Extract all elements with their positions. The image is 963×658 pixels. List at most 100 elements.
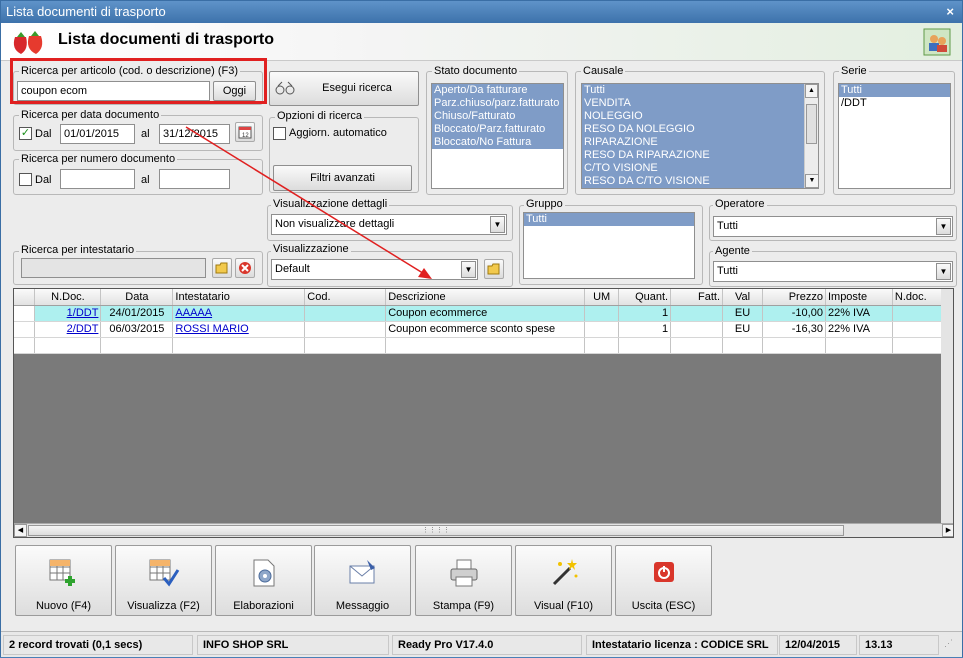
ndoc-link[interactable]: 2/DDT (67, 323, 99, 335)
number-checkbox[interactable] (19, 173, 32, 186)
visual-button[interactable]: Visual (F10) (515, 545, 612, 616)
cell-fatt (670, 305, 724, 322)
col-header[interactable]: Fatt. (670, 289, 724, 306)
status-license: Intestatario licenza : CODICE SRL (586, 635, 778, 655)
folder-icon[interactable] (212, 258, 232, 278)
group-list[interactable]: Tutti (523, 212, 695, 279)
status-item[interactable]: Parz.chiuso/parz.fatturato (432, 97, 563, 110)
status-item[interactable]: Chiuso/Fatturato (432, 110, 563, 123)
ndoc-link[interactable]: 1/DDT (67, 307, 99, 319)
close-icon[interactable]: × (946, 1, 954, 23)
chevron-down-icon[interactable]: ▼ (936, 218, 951, 235)
col-header[interactable]: Imposte (825, 289, 893, 306)
auto-update-checkbox[interactable] (273, 127, 286, 140)
col-header[interactable]: Prezzo (762, 289, 826, 306)
scroll-thumb[interactable] (806, 104, 817, 144)
causale-item[interactable]: RESO DA RIPARAZIONE (582, 149, 804, 162)
group-item[interactable]: Tutti (524, 213, 694, 226)
hscroll-thumb[interactable]: ⋮⋮⋮⋮ (28, 525, 844, 536)
table-row[interactable]: 1/DDT 24/01/2015 AAAAA Coupon ecommerce … (14, 305, 944, 322)
folder-icon[interactable] (484, 259, 504, 279)
row-selector[interactable] (14, 305, 36, 322)
col-header[interactable]: Val (722, 289, 764, 306)
operator-select[interactable]: Tutti ▼ (713, 216, 953, 237)
cell-ndoc[interactable]: 1/DDT (34, 305, 102, 322)
causale-item[interactable]: NOLEGGIO (582, 110, 804, 123)
group-label: Gruppo (524, 198, 565, 210)
chevron-down-icon[interactable]: ▼ (490, 216, 505, 233)
cell-intestatario[interactable]: AAAAA (172, 305, 306, 322)
clear-icon[interactable] (235, 258, 255, 278)
calendar-icon[interactable]: 12 (235, 122, 255, 142)
cell-ndoc2 (892, 321, 944, 338)
agent-select[interactable]: Tutti ▼ (713, 261, 953, 282)
chevron-down-icon[interactable]: ▼ (461, 261, 476, 278)
run-search-button[interactable]: Esegui ricerca (269, 71, 419, 106)
operator-value: Tutti (717, 220, 738, 232)
message-button[interactable]: Messaggio (314, 545, 411, 616)
cell-ndoc[interactable]: 2/DDT (34, 321, 102, 338)
table-row[interactable]: 2/DDT 06/03/2015 ROSSI MARIO Coupon ecom… (14, 321, 944, 338)
grid-vscrollbar[interactable] (941, 289, 953, 525)
causale-item[interactable]: RIPARAZIONE (582, 136, 804, 149)
details-select[interactable]: Non visualizzare dettagli ▼ (271, 214, 507, 235)
col-header[interactable]: Cod. (304, 289, 387, 306)
date-checkbox[interactable]: ✓ (19, 127, 32, 140)
processing-button[interactable]: Elaborazioni (215, 545, 312, 616)
holder-input[interactable] (21, 258, 206, 278)
col-header[interactable]: Data (100, 289, 174, 306)
grid-hscrollbar[interactable]: ◀ ⋮⋮⋮⋮ ▶ (14, 523, 953, 537)
serie-item[interactable]: Tutti (839, 84, 950, 97)
scroll-right-icon[interactable]: ▶ (942, 524, 953, 537)
row-selector[interactable] (14, 321, 36, 338)
causale-scrollbar[interactable]: ▲ ▼ (804, 84, 818, 188)
causale-item[interactable]: Tutti (582, 84, 804, 97)
col-header[interactable] (14, 289, 36, 306)
advanced-filters-button[interactable]: Filtri avanzati (273, 165, 412, 191)
causale-item[interactable]: RESO DA C/TO VISIONE (582, 175, 804, 188)
number-al-label: al (141, 174, 150, 186)
document-gear-icon (253, 559, 275, 587)
number-to-input[interactable] (159, 169, 230, 189)
scroll-down-icon[interactable]: ▼ (805, 174, 818, 188)
view-select[interactable]: Default ▼ (271, 259, 478, 280)
cell-fatt (670, 321, 724, 338)
causale-item[interactable]: C/TO VISIONE (582, 162, 804, 175)
auto-update-label: Aggiorn. automatico (289, 127, 387, 139)
col-header[interactable]: N.Doc. (34, 289, 102, 306)
col-header[interactable]: Quant. (618, 289, 672, 306)
causale-item[interactable]: VENDITA (582, 97, 804, 110)
users-icon[interactable] (923, 28, 951, 56)
status-list[interactable]: Aperto/Da fatturare Parz.chiuso/parz.fat… (431, 83, 564, 189)
serie-list[interactable]: Tutti /DDT (838, 83, 951, 189)
causale-list[interactable]: Tutti VENDITA NOLEGGIO RESO DA NOLEGGIO … (581, 83, 819, 189)
table-row-empty[interactable] (14, 337, 944, 354)
holder-link[interactable]: AAAAA (175, 307, 212, 319)
status-company: INFO SHOP SRL (197, 635, 389, 655)
col-header[interactable]: N.doc. (892, 289, 944, 306)
resize-grip-icon[interactable]: ⋰ (944, 639, 958, 655)
status-item[interactable]: Aperto/Da fatturare (432, 84, 563, 97)
exit-button[interactable]: Uscita (ESC) (615, 545, 712, 616)
print-button[interactable]: Stampa (F9) (415, 545, 512, 616)
col-header[interactable]: Intestatario (172, 289, 306, 306)
scroll-up-icon[interactable]: ▲ (805, 84, 818, 98)
scroll-left-icon[interactable]: ◀ (14, 524, 27, 537)
view-button[interactable]: Visualizza (F2) (115, 545, 212, 616)
details-label: Visualizzazione dettagli (271, 198, 390, 210)
date-to-input[interactable]: 31/12/2015 (159, 124, 230, 144)
col-header[interactable]: Descrizione (385, 289, 586, 306)
new-button[interactable]: Nuovo (F4) (15, 545, 112, 616)
results-grid: N.Doc. Data Intestatario Cod. Descrizion… (13, 288, 954, 538)
number-from-input[interactable] (60, 169, 135, 189)
cell-intestatario[interactable]: ROSSI MARIO (172, 321, 306, 338)
causale-item[interactable]: RESO DA NOLEGGIO (582, 123, 804, 136)
serie-item[interactable]: /DDT (839, 97, 950, 110)
col-header[interactable]: UM (584, 289, 620, 306)
status-item[interactable]: Bloccato/No Fattura (432, 136, 563, 149)
date-from-input[interactable]: 01/01/2015 (60, 124, 135, 144)
holder-link[interactable]: ROSSI MARIO (175, 323, 248, 335)
cell-um (584, 305, 620, 322)
status-item[interactable]: Bloccato/Parz.fatturato (432, 123, 563, 136)
chevron-down-icon[interactable]: ▼ (936, 263, 951, 280)
